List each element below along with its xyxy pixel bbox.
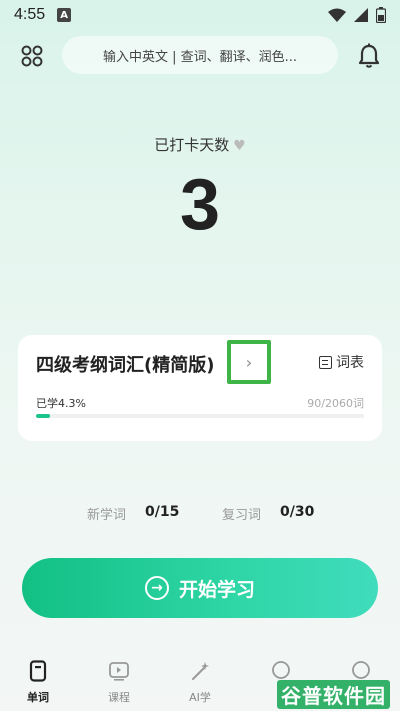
streak-label-text: 已打卡天数 [154,136,230,154]
streak-label: 已打卡天数 ♥ [0,134,400,155]
wordlist-button[interactable]: 词表 [319,352,364,372]
start-learning-label: 开始学习 [178,578,255,601]
signal-icon [354,8,368,22]
start-learning-button[interactable]: → 开始学习 [22,558,378,618]
search-input[interactable]: 输入中英文 | 查词、翻译、润色... [62,36,338,74]
review-words-label: 复习词 [222,508,262,523]
nav-label-ai: AI学 [189,691,211,704]
streak-days: 3 [179,165,221,245]
progress-fill [36,414,51,418]
learned-percent: 已学4.3% [36,397,86,410]
progress-count: 90/2060词 [307,397,364,410]
new-words-label: 新学词 [87,508,127,523]
wordbook-title[interactable]: 四级考纲词汇(精简版) [36,351,214,377]
review-words-value: 0/30 [280,504,315,520]
progress-bar [36,414,364,418]
chevron-right-icon: › [245,352,253,372]
nav-label-courses: 课程 [108,691,130,704]
battery-icon [376,7,386,23]
ai-wand-icon [192,662,209,680]
chat-icon [272,661,290,679]
top-bar: 输入中英文 | 查词、翻译、润色... [0,36,400,76]
new-words-value: 0/15 [145,504,180,520]
nav-item-ai[interactable]: AI学 [170,660,230,705]
apps-grid-icon[interactable] [20,44,44,68]
status-time: 4:55 [14,6,46,23]
bell-icon[interactable] [357,43,381,69]
nav-label-words: 单词 [27,691,49,704]
course-play-icon [109,662,129,681]
notification-a-icon: A [57,8,72,22]
watermark: 谷普软件园 [277,680,390,709]
nav-item-words[interactable]: 单词 [8,660,68,705]
arrow-right-circle-icon: → [144,576,169,600]
wordlist-label: 词表 [336,355,364,371]
nav-item-courses[interactable]: 课程 [89,660,149,705]
wordbook-card[interactable]: 四级考纲词汇(精简版) › 词表 已学4.3% 90/2060词 [18,335,382,441]
broken-heart-icon: ♥ [233,138,246,154]
search-placeholder: 输入中英文 | 查词、翻译、润色... [102,49,298,65]
status-bar: 4:55 A [0,0,400,30]
profile-icon [352,661,370,679]
word-card-icon [29,660,47,682]
switch-book-button[interactable]: › [227,340,271,384]
wifi-icon [328,8,346,22]
list-icon [319,355,332,369]
daily-stats: 新学词 0/15 复习词 0/30 [0,504,400,524]
